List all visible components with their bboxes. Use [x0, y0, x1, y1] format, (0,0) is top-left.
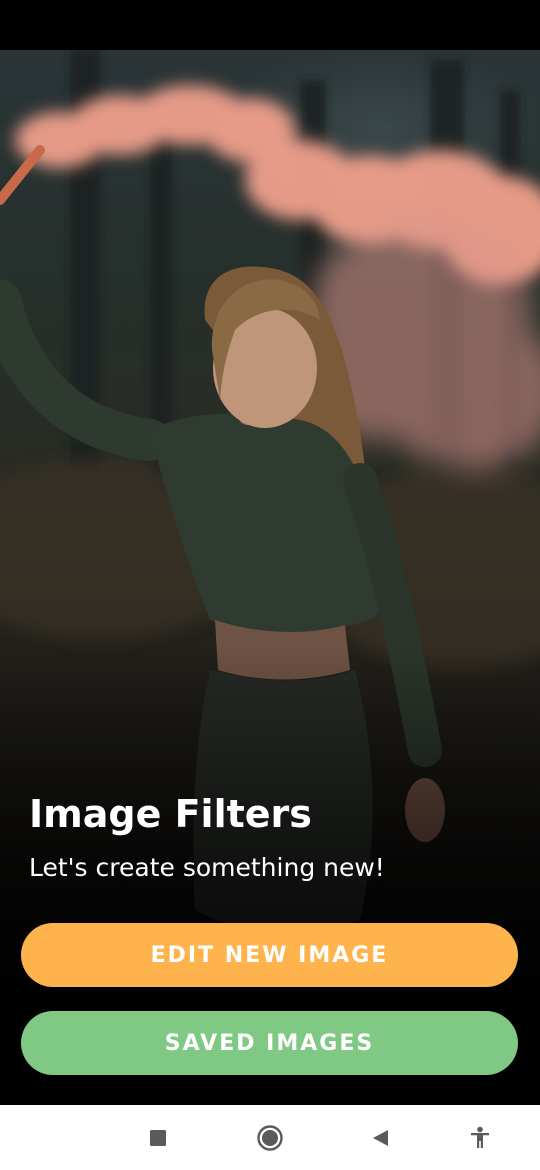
- accessibility-button[interactable]: [450, 1105, 510, 1170]
- status-bar: [0, 0, 540, 50]
- home-icon: [257, 1124, 283, 1151]
- back-icon: [373, 1129, 388, 1146]
- recents-icon: [150, 1129, 166, 1146]
- recents-button[interactable]: [128, 1105, 188, 1170]
- page-title: Image Filters: [29, 792, 312, 836]
- page-subtitle: Let's create something new!: [29, 853, 385, 882]
- edit-new-image-button[interactable]: EDIT NEW IMAGE: [21, 923, 518, 987]
- back-button[interactable]: [350, 1105, 410, 1170]
- home-button[interactable]: [240, 1105, 300, 1170]
- saved-images-button[interactable]: SAVED IMAGES: [21, 1011, 518, 1075]
- system-navigation-bar: [0, 1105, 540, 1170]
- accessibility-icon: [471, 1126, 489, 1148]
